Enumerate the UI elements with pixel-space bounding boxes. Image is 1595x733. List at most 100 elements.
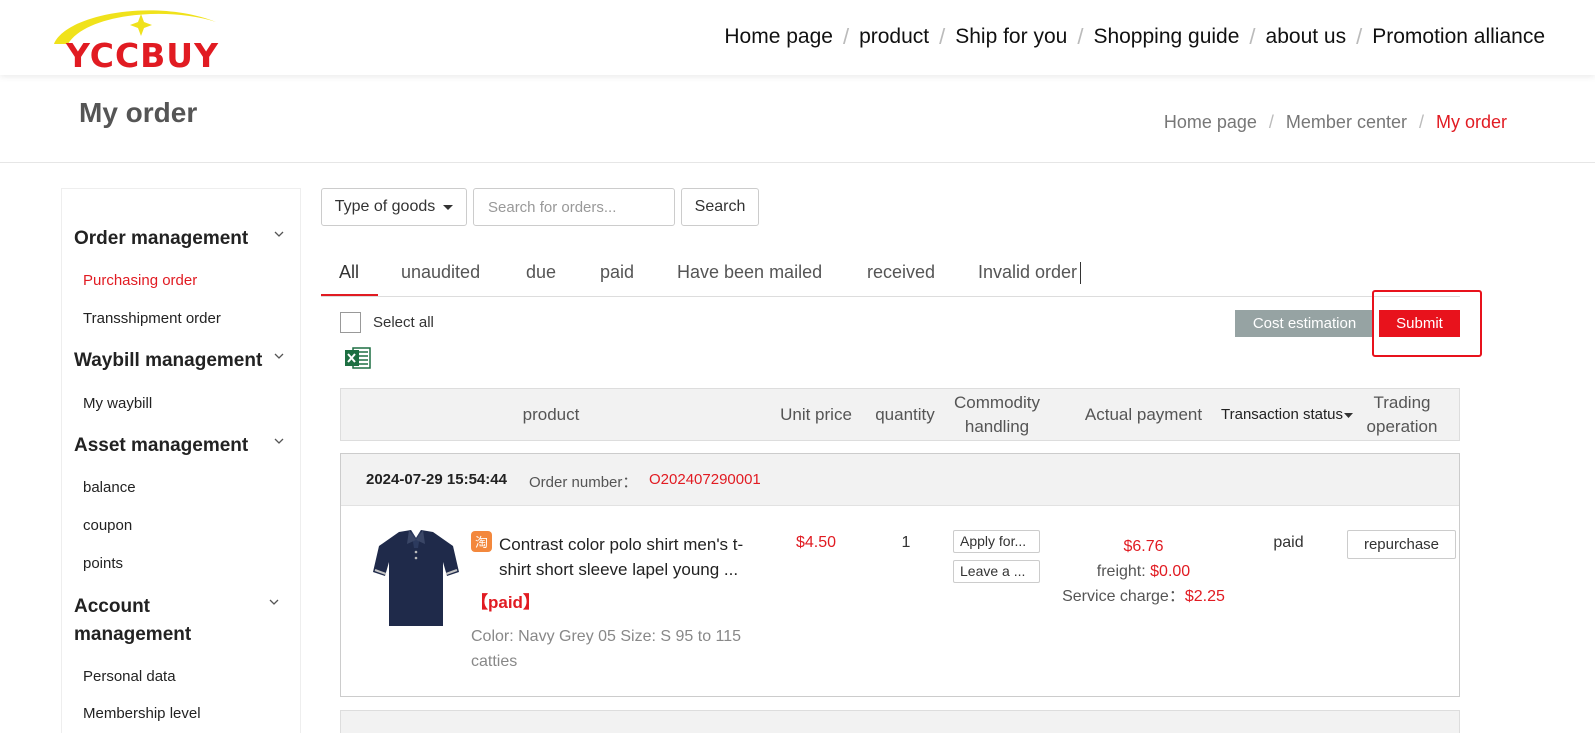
sidebar-heading-label: Waybill management [74, 350, 263, 371]
sidebar-group-order-management[interactable]: Order management [74, 225, 294, 253]
nav-ship-for-you[interactable]: Ship for you [955, 25, 1067, 49]
actual-payment-block: $6.76 freight: $0.00 Service charge：$2.2… [1041, 534, 1246, 609]
nav-separator: / [1249, 24, 1256, 49]
search-input[interactable] [473, 188, 675, 226]
paid-tag: 【paid】 [471, 593, 540, 612]
taobao-platform-icon: 淘 [471, 531, 492, 552]
sidebar-item-membership-level[interactable]: Membership level [83, 705, 201, 722]
product-thumbnail[interactable] [371, 528, 461, 630]
sidebar-heading-label: Order management [74, 228, 249, 249]
tab-have-been-mailed[interactable]: Have been mailed [677, 262, 822, 283]
freight-label: freight: [1096, 563, 1146, 580]
main-nav: Home page / product / Ship for you / Sho… [724, 24, 1545, 50]
quantity: 1 [901, 534, 911, 551]
caret-down-icon [1344, 413, 1353, 418]
order-header: 2024-07-29 15:54:44 Order number： O20240… [341, 454, 1459, 506]
order-date: 2024-07-29 15:54:44 [366, 471, 507, 488]
chevron-down-icon [274, 231, 284, 237]
select-all-row: Select all [340, 312, 434, 333]
select-all-checkbox[interactable] [340, 312, 361, 333]
sidebar-item-balance[interactable]: balance [83, 479, 136, 496]
cost-estimation-button[interactable]: Cost estimation [1235, 310, 1374, 337]
nav-separator: / [1077, 24, 1084, 49]
apply-for-button[interactable]: Apply for... [953, 530, 1040, 553]
leave-a-message-button[interactable]: Leave a ... [953, 560, 1040, 583]
breadcrumb-member-center[interactable]: Member center [1286, 112, 1407, 133]
repurchase-button[interactable]: repurchase [1347, 530, 1456, 559]
th-transaction-status-label: Transaction status [1221, 406, 1343, 423]
nav-promotion-alliance[interactable]: Promotion alliance [1372, 25, 1545, 49]
service-charge-label: Service charge： [1062, 588, 1185, 605]
sidebar-heading-label: Account management [74, 596, 192, 645]
sidebar-heading[interactable]: Account management [74, 593, 289, 649]
logo-text: YCCBUY [66, 36, 220, 75]
breadcrumb-separator: / [1268, 112, 1274, 132]
sidebar-item-personal-data[interactable]: Personal data [83, 668, 176, 685]
tab-received[interactable]: received [867, 262, 935, 283]
freight-amount: $0.00 [1150, 563, 1191, 580]
select-all-label: Select all [373, 314, 434, 331]
tab-all[interactable]: All [339, 262, 359, 283]
sidebar-group-account-management[interactable]: Account management [74, 593, 289, 649]
product-attributes: Color: Navy Grey 05 Size: S 95 to 115 ca… [471, 628, 742, 670]
page-title: My order [79, 97, 198, 128]
nav-separator: / [842, 24, 850, 49]
product-name[interactable]: Contrast color polo shirt men's t-shirt … [499, 532, 761, 582]
sidebar-item-points[interactable]: points [83, 555, 123, 572]
service-charge-row: Service charge：$2.25 [1041, 584, 1246, 609]
th-quantity: quantity [875, 405, 935, 424]
caret-down-icon [443, 204, 454, 210]
sidebar-item-transshipment-order[interactable]: Transshipment order [83, 310, 221, 327]
transaction-status: paid [1273, 534, 1304, 551]
search-button[interactable]: Search [681, 188, 759, 226]
breadcrumb-separator: / [1418, 112, 1424, 132]
nav-home[interactable]: Home page [724, 25, 833, 49]
excel-export-icon[interactable] [344, 346, 371, 370]
breadcrumb: Home page / Member center / My order [1164, 112, 1507, 133]
chevron-down-icon [274, 353, 284, 359]
actual-payment-amount: $6.76 [1123, 538, 1164, 555]
th-unit-price: Unit price [780, 405, 852, 424]
sidebar-heading[interactable]: Waybill management [74, 347, 294, 375]
sidebar-heading[interactable]: Order management [74, 225, 294, 253]
nav-about-us[interactable]: about us [1266, 25, 1347, 49]
active-tab-underline [321, 294, 378, 296]
breadcrumb-current: My order [1435, 112, 1507, 132]
tab-invalid-order[interactable]: Invalid order [978, 262, 1077, 283]
order-number-label: Order number： [529, 474, 638, 491]
sidebar-heading[interactable]: Asset management [74, 432, 294, 460]
freight-row: freight: $0.00 [1041, 559, 1246, 584]
th-actual-payment: Actual payment [1084, 405, 1203, 424]
nav-separator: / [939, 24, 946, 49]
nav-separator: / [1356, 24, 1363, 49]
breadcrumb-home[interactable]: Home page [1164, 112, 1257, 133]
sidebar-item-coupon[interactable]: coupon [83, 517, 132, 534]
unit-price: $4.50 [795, 534, 837, 551]
order-status-tabs: All unaudited due paid Have been mailed … [321, 252, 1460, 297]
type-of-goods-label: Type of goods [334, 198, 436, 215]
submit-highlight-box [1372, 290, 1482, 357]
sidebar-group-asset-management[interactable]: Asset management [74, 432, 294, 460]
sidebar-group-waybill-management[interactable]: Waybill management [74, 347, 294, 375]
sidebar-item-purchasing-order[interactable]: Purchasing order [83, 272, 197, 289]
nav-product[interactable]: product [859, 25, 929, 49]
tab-due[interactable]: due [526, 262, 556, 283]
text-cursor [1080, 262, 1081, 284]
th-transaction-status[interactable]: Transaction status [1217, 403, 1357, 427]
title-band: My order Home page / Member center / My … [0, 75, 1595, 163]
type-of-goods-dropdown[interactable]: Type of goods [321, 188, 467, 226]
top-header: YCCBUY Home page / product / Ship for yo… [0, 0, 1595, 75]
th-commodity-handling: Commodity handling [954, 393, 1040, 436]
next-order-header [340, 710, 1460, 733]
order-number[interactable]: O202407290001 [649, 471, 761, 488]
th-trading-operation: Trading operation [1366, 393, 1438, 436]
tab-unaudited[interactable]: unaudited [401, 262, 480, 283]
th-product: product [522, 405, 580, 424]
sidebar: Order management Purchasing order Transs… [61, 188, 301, 733]
yccbuy-logo[interactable]: YCCBUY [46, 4, 226, 75]
tab-paid[interactable]: paid [600, 262, 634, 283]
nav-shopping-guide[interactable]: Shopping guide [1093, 25, 1239, 49]
sidebar-heading-label: Asset management [74, 435, 249, 456]
order-table-header: product Unit price quantity Commodity ha… [340, 388, 1460, 441]
sidebar-item-my-waybill[interactable]: My waybill [83, 395, 152, 412]
